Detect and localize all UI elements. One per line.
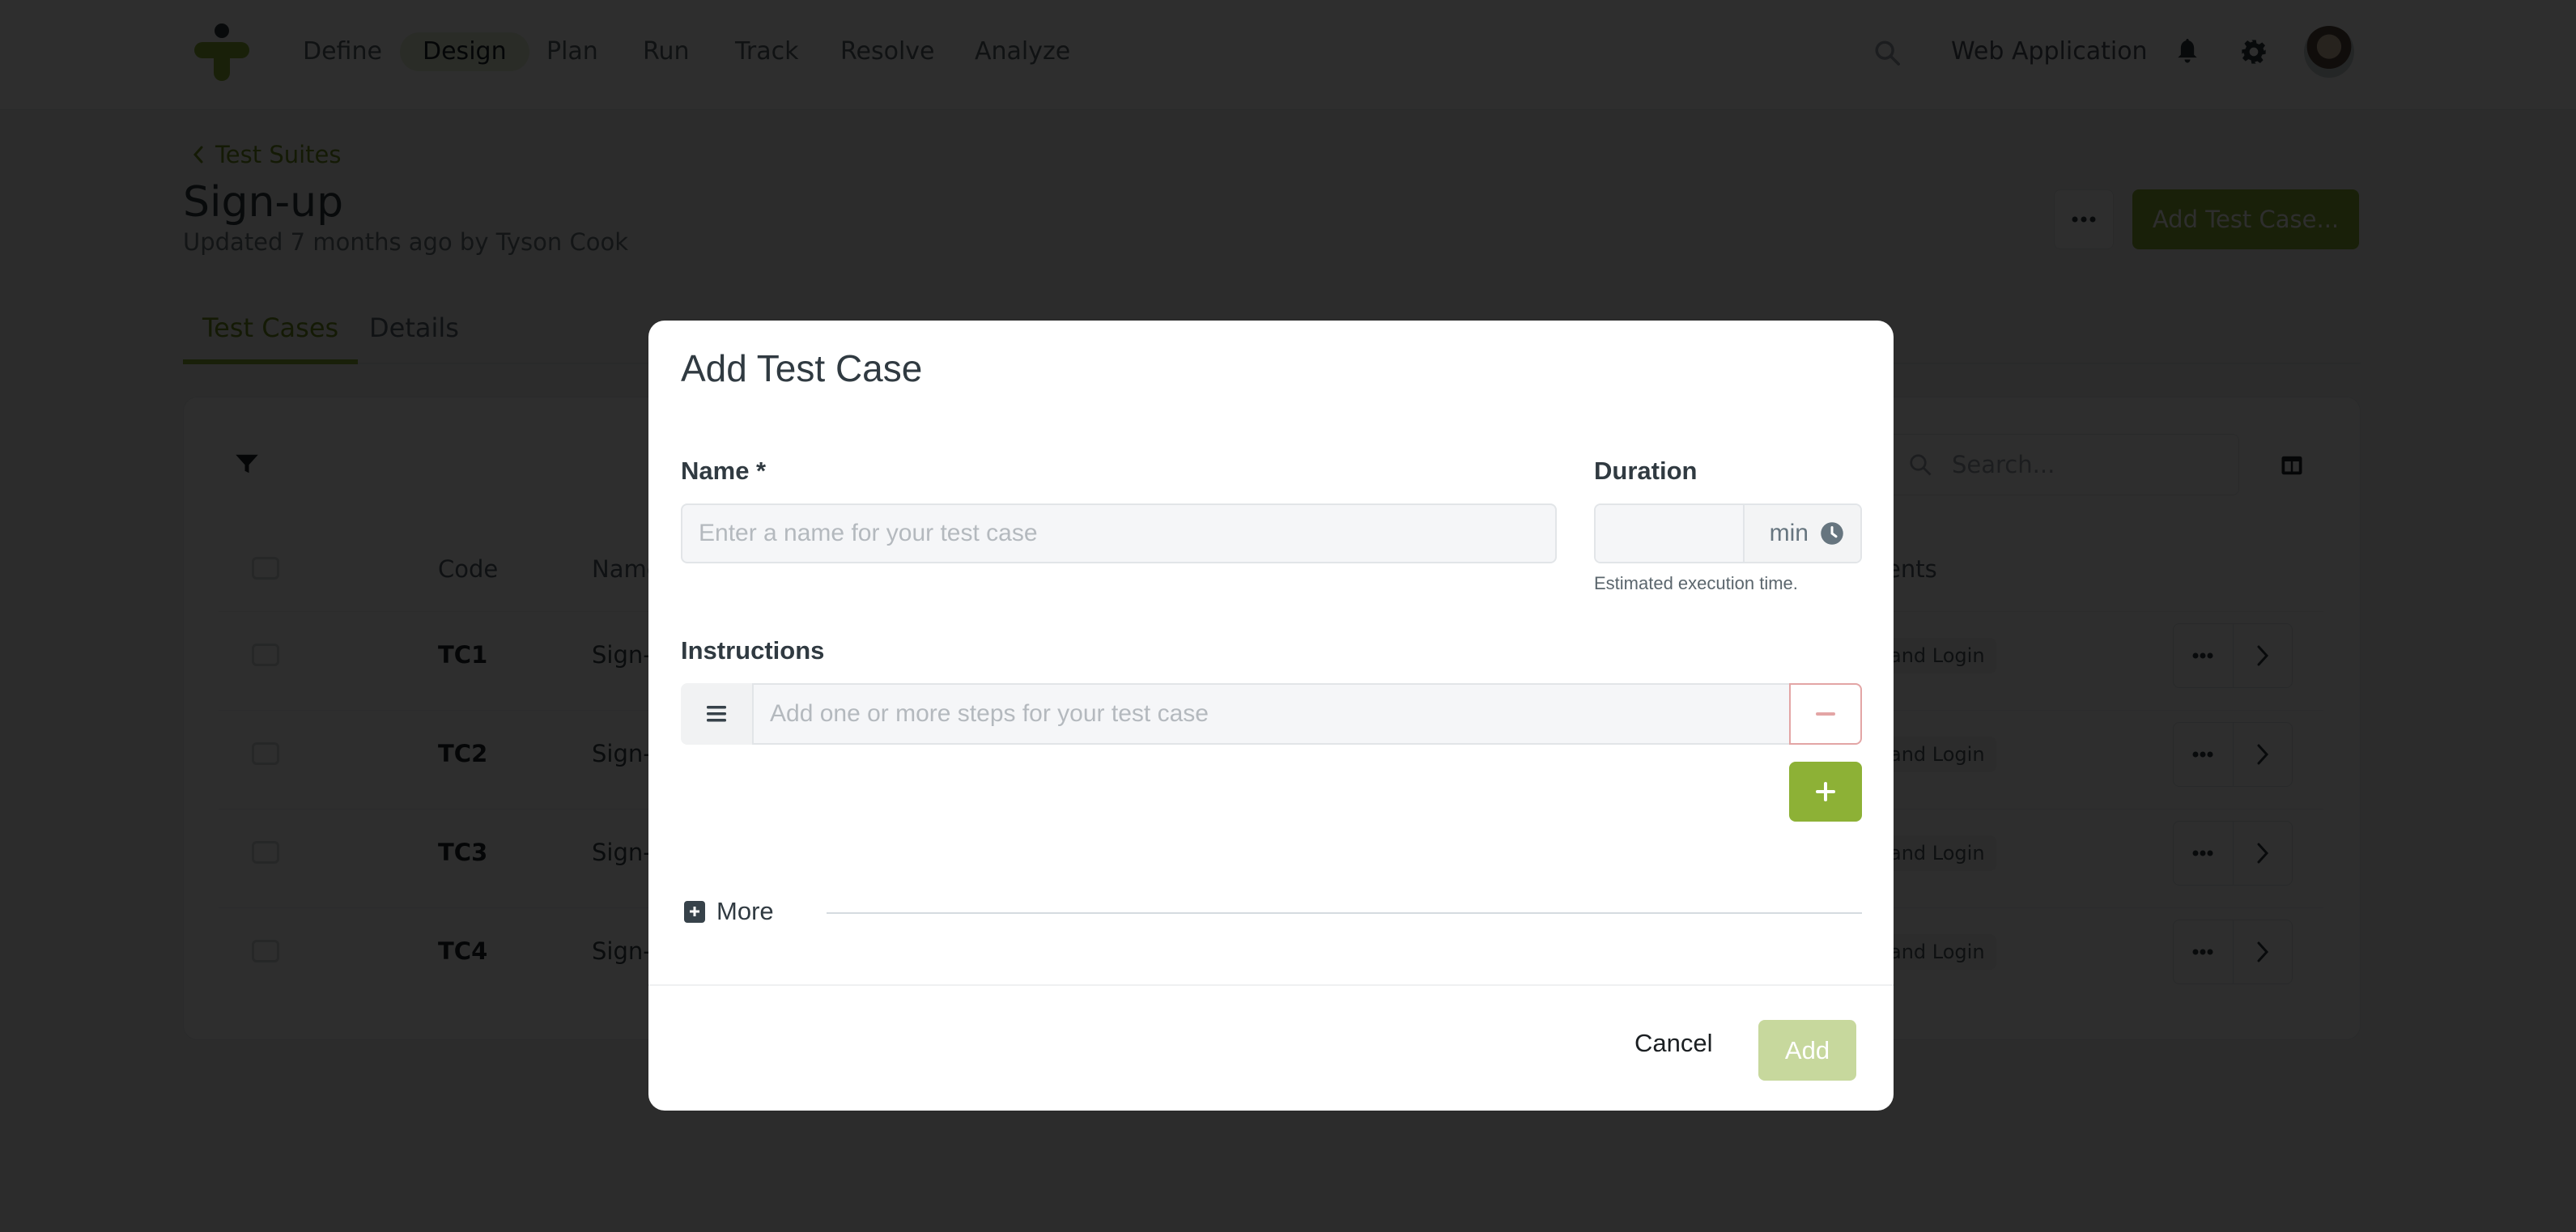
more-toggle[interactable]: More [684, 897, 774, 926]
add-step-button[interactable] [1789, 762, 1862, 822]
step-input[interactable] [752, 683, 1789, 745]
menu-icon [707, 706, 726, 722]
cancel-button[interactable]: Cancel [1634, 1013, 1713, 1073]
duration-label: Duration [1594, 457, 1698, 485]
add-button[interactable]: Add [1758, 1020, 1856, 1081]
divider [827, 912, 1862, 914]
dialog-title: Add Test Case [681, 347, 923, 389]
dialog-footer: Cancel Add [648, 984, 1894, 1111]
name-label: Name * [681, 457, 767, 485]
clock-icon [1821, 522, 1843, 545]
instructions-label: Instructions [681, 636, 825, 665]
duration-help-text: Estimated execution time. [1594, 573, 1798, 593]
more-label: More [716, 897, 774, 925]
add-test-case-dialog: Add Test Case Name * Duration min Estima… [648, 321, 1894, 1111]
remove-step-button[interactable] [1789, 683, 1862, 745]
duration-input[interactable] [1596, 505, 1743, 562]
plus-square-icon [684, 900, 705, 923]
plus-icon [1816, 782, 1835, 801]
minus-icon [1816, 712, 1835, 716]
duration-field: min [1594, 503, 1862, 563]
drag-handle[interactable] [681, 683, 752, 745]
instruction-step [681, 683, 1862, 745]
name-input[interactable] [681, 503, 1557, 563]
duration-unit-label: min [1769, 520, 1809, 546]
duration-unit: min [1743, 505, 1860, 562]
